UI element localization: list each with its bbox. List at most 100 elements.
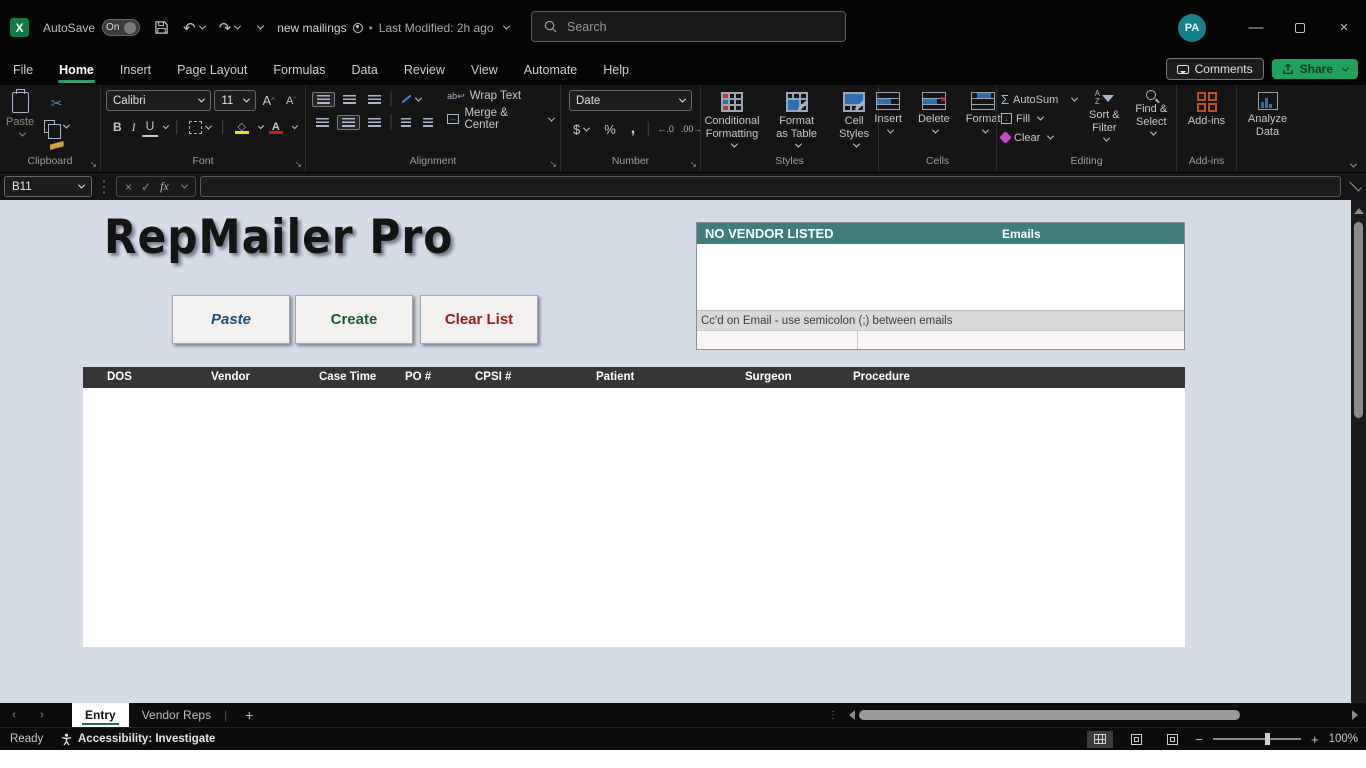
scroll-up-arrow-icon[interactable] <box>1354 208 1364 214</box>
merge-center-button[interactable]: ↔ Merge & Center <box>447 107 554 131</box>
next-sheet-button[interactable]: › <box>28 709 56 721</box>
enter-formula-button[interactable]: ✓ <box>141 180 151 194</box>
formula-bar-splitter[interactable]: ⋮ <box>96 177 112 197</box>
tab-data[interactable]: Data <box>338 55 390 85</box>
cut-icon[interactable]: ✂ <box>40 93 73 114</box>
redo-button[interactable]: ↷ <box>219 19 241 37</box>
insert-function-button[interactable]: fx <box>160 179 169 194</box>
delete-cells-button[interactable]: × Delete <box>912 90 956 136</box>
search-input[interactable]: Search <box>531 11 846 42</box>
clear-list-macro-button[interactable]: Clear List <box>420 295 538 344</box>
normal-view-button[interactable] <box>1087 731 1113 748</box>
file-name[interactable]: new mailings <box>277 21 346 35</box>
cases-table-body[interactable] <box>83 388 1185 647</box>
number-format-select[interactable]: Date <box>569 90 692 111</box>
font-size-select[interactable]: 11 <box>214 90 255 111</box>
clipboard-dialog-launcher[interactable]: ↘ <box>89 159 97 170</box>
tab-review[interactable]: Review <box>391 55 458 85</box>
create-macro-button[interactable]: Create <box>295 295 413 344</box>
user-avatar[interactable]: PA <box>1178 14 1206 42</box>
font-dialog-launcher[interactable]: ↘ <box>294 159 302 170</box>
zoom-slider-thumb[interactable] <box>1265 733 1270 745</box>
autosave-toggle[interactable]: On <box>102 19 140 36</box>
decrease-indent-button[interactable] <box>397 116 415 129</box>
scroll-right-arrow-icon[interactable] <box>1352 710 1358 720</box>
wrap-text-button[interactable]: ab↩ Wrap Text <box>447 90 554 102</box>
close-button[interactable]: × <box>1322 0 1366 55</box>
fx-chevron-icon[interactable] <box>181 182 188 189</box>
accessibility-status-button[interactable]: Accessibility: Investigate <box>60 733 215 746</box>
zoom-level-label[interactable]: 100% <box>1329 733 1358 745</box>
tab-home[interactable]: Home <box>46 55 107 85</box>
percent-style-button[interactable]: % <box>600 120 620 139</box>
align-top-button[interactable] <box>312 92 335 107</box>
underline-chevron-icon[interactable] <box>163 122 169 128</box>
font-color-button[interactable]: A <box>265 119 287 136</box>
file-chevron-icon[interactable] <box>502 23 509 30</box>
shrink-font-button[interactable]: Aˇ <box>282 90 300 111</box>
share-button[interactable]: Share <box>1272 59 1358 79</box>
conditional-formatting-button[interactable]: Conditional Formatting <box>701 90 763 150</box>
expand-formula-bar-chevron-icon[interactable] <box>1349 179 1362 192</box>
font-color-chevron-icon[interactable] <box>292 122 298 128</box>
formula-input[interactable] <box>200 176 1341 197</box>
format-painter-icon[interactable] <box>40 139 73 152</box>
tab-help[interactable]: Help <box>590 55 642 85</box>
increase-decimal-button[interactable]: ←.0 <box>657 124 674 134</box>
name-box[interactable]: B11 <box>4 176 92 197</box>
tab-view[interactable]: View <box>458 55 511 85</box>
zoom-in-button[interactable]: + <box>1311 732 1319 747</box>
cc-input-cell-left[interactable] <box>697 330 858 349</box>
format-as-table-button[interactable]: Format as Table <box>769 90 824 150</box>
increase-indent-button[interactable] <box>419 116 437 129</box>
fill-button[interactable]: ↓ Fill <box>1001 110 1077 127</box>
tab-insert[interactable]: Insert <box>107 55 164 85</box>
cc-input-cell-right[interactable] <box>858 330 1184 349</box>
align-right-button[interactable] <box>364 116 385 129</box>
paste-button[interactable]: Paste <box>0 90 40 155</box>
grow-font-button[interactable]: A^ <box>259 90 279 111</box>
addins-button[interactable]: Add-ins <box>1177 90 1236 130</box>
analyze-data-button[interactable]: Analyze Data <box>1237 90 1298 140</box>
accounting-format-button[interactable]: $ <box>569 120 593 139</box>
scroll-left-arrow-icon[interactable] <box>849 710 855 720</box>
orientation-button[interactable] <box>397 95 425 104</box>
prev-sheet-button[interactable]: ‹ <box>0 709 28 721</box>
quick-access-chevron-icon[interactable] <box>254 25 263 30</box>
page-layout-view-button[interactable] <box>1123 731 1149 748</box>
horizontal-scroll-thumb[interactable] <box>859 710 1240 720</box>
comma-style-button[interactable]: , <box>627 118 639 140</box>
restore-button[interactable] <box>1278 0 1322 55</box>
clear-button[interactable]: Clear <box>1001 129 1077 146</box>
collapse-ribbon-chevron-icon[interactable] <box>1350 161 1357 168</box>
save-icon[interactable] <box>154 20 169 35</box>
vendor-emails-area[interactable] <box>697 244 1184 310</box>
sheet-tab-entry[interactable]: Entry <box>72 703 129 727</box>
sort-filter-button[interactable]: AZ Sort & Filter <box>1081 90 1127 147</box>
paste-macro-button[interactable]: Paste <box>172 295 290 344</box>
vertical-scroll-thumb[interactable] <box>1354 222 1363 418</box>
tab-formulas[interactable]: Formulas <box>260 55 338 85</box>
bold-button[interactable]: B <box>109 118 126 136</box>
fill-color-button[interactable]: ◇ <box>231 118 253 136</box>
align-center-button[interactable] <box>337 115 360 130</box>
comments-button[interactable]: Comments <box>1166 58 1264 80</box>
zoom-out-button[interactable]: − <box>1195 732 1203 747</box>
align-middle-button[interactable] <box>339 93 360 106</box>
zoom-slider[interactable] <box>1213 738 1301 740</box>
tab-page-layout[interactable]: Page Layout <box>164 55 260 85</box>
scrollbar-resize-handle[interactable]: ⋮ <box>828 710 839 721</box>
worksheet[interactable]: RepMailer Pro Paste Create Clear List NO… <box>0 200 1366 703</box>
minimize-button[interactable]: — <box>1234 0 1278 55</box>
vertical-scrollbar[interactable] <box>1351 200 1366 703</box>
alignment-dialog-launcher[interactable]: ↘ <box>549 159 557 170</box>
number-dialog-launcher[interactable]: ↘ <box>689 159 697 170</box>
last-modified-label[interactable]: Last Modified: 2h ago <box>379 21 494 35</box>
horizontal-scrollbar[interactable] <box>859 710 1348 720</box>
page-break-view-button[interactable] <box>1159 731 1185 748</box>
tab-automate[interactable]: Automate <box>511 55 591 85</box>
underline-button[interactable]: U <box>142 117 159 137</box>
find-select-button[interactable]: Find & Select <box>1127 90 1175 147</box>
sheet-tab-vendor-reps[interactable]: Vendor Reps <box>129 703 224 727</box>
fill-color-chevron-icon[interactable] <box>258 122 264 128</box>
